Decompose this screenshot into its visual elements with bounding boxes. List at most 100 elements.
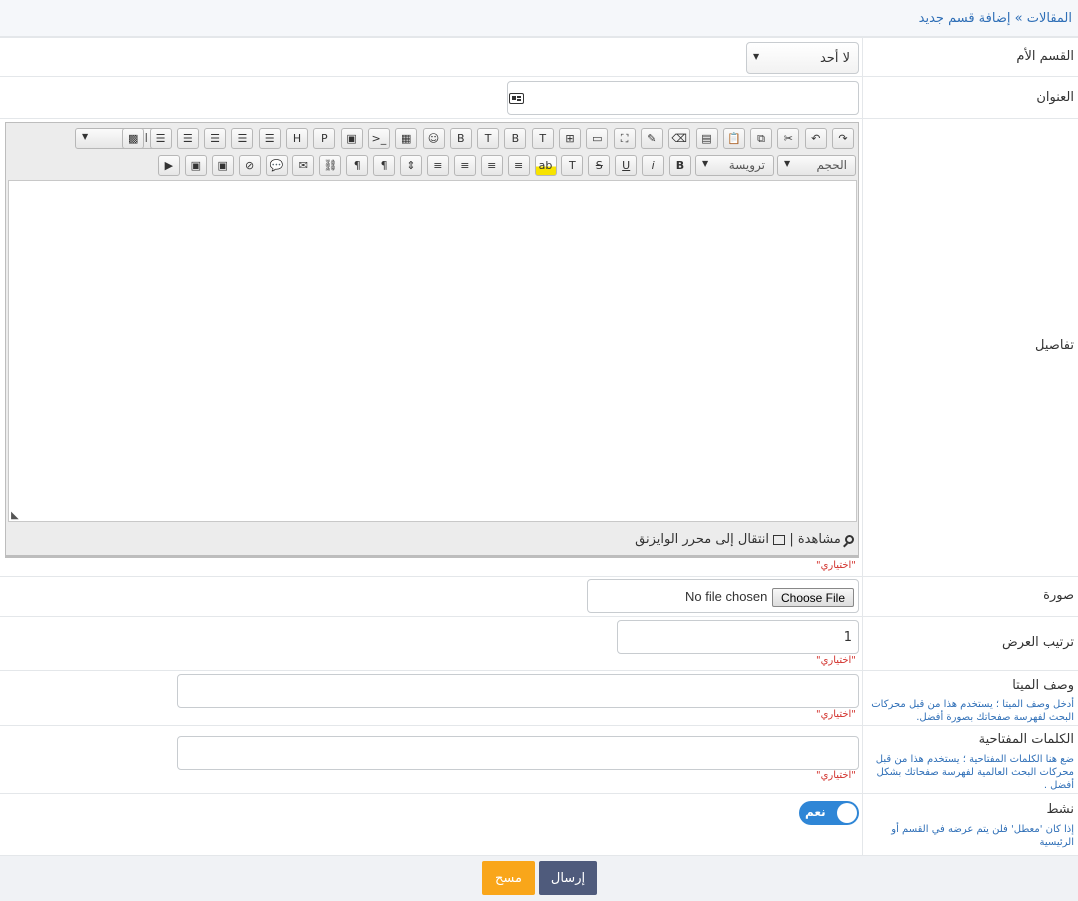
html-icon[interactable]: H [286, 128, 308, 149]
chevron-down-icon: ▼ [753, 52, 760, 61]
row-parent-category: القسم الأم لا أحد ▼ [0, 37, 1078, 76]
outdent-list-icon[interactable]: ☰ [149, 128, 172, 149]
file-status: No file chosen [685, 589, 768, 604]
keywords-input[interactable] [177, 736, 859, 770]
order-input[interactable]: 1 [617, 620, 859, 654]
editor-text-area[interactable]: ◢ [8, 180, 857, 522]
bbcode-down-icon[interactable]: B [449, 128, 472, 149]
fullscreen-icon[interactable]: ⛶ [613, 128, 636, 149]
keywords-label: الكلمات المفتاحية [978, 732, 1074, 747]
copy-icon[interactable]: ⧉ [750, 128, 773, 149]
keywords-optional-note: "اختياري" [816, 770, 856, 781]
resize-handle-icon[interactable]: ◢ [11, 510, 19, 521]
undo-icon[interactable]: ↶ [804, 128, 827, 149]
comment-icon[interactable]: 💬 [265, 155, 288, 176]
breadcrumb-bar: المقالات » إضافة قسم جديد [0, 0, 1078, 37]
submit-button[interactable]: إرسال [539, 861, 597, 895]
redo-icon[interactable]: ↷ [832, 128, 854, 149]
line-height-icon[interactable]: ⇕ [400, 155, 422, 176]
chevron-down-icon: ▼ [702, 159, 709, 168]
parent-category-label: القسم الأم [1016, 49, 1074, 64]
choose-file-button[interactable]: Choose File [772, 588, 854, 607]
image-map-icon[interactable]: ▣ [211, 155, 234, 176]
indent-list-icon[interactable]: ☰ [176, 128, 199, 149]
label-cell: الكلمات المفتاحية ضع هنا الكلمات المفتاح… [862, 726, 1078, 793]
text-color-icon[interactable]: T [561, 155, 584, 176]
active-label: نشط [1046, 802, 1074, 817]
highlight-icon[interactable]: ab [534, 155, 557, 176]
id-card-icon [509, 93, 524, 104]
link-icon[interactable]: ⛓ [319, 155, 342, 176]
breadcrumb-separator: » [1014, 11, 1023, 26]
paste-text-icon[interactable]: ▤ [695, 128, 718, 149]
clear-button[interactable]: مسح [482, 861, 535, 895]
label-cell: تفاصيل [862, 119, 1078, 576]
editor-status-bar: مشاهدة | انتقال إلى محرر الوايزنق [635, 532, 854, 548]
insert-bbcode-icon[interactable]: B [504, 128, 527, 149]
insert-image-icon[interactable]: ⊞ [559, 128, 581, 149]
title-input[interactable] [507, 81, 859, 115]
template-icon[interactable]: ▦ [395, 128, 418, 149]
status-separator: | [789, 532, 794, 547]
media-icon[interactable]: ▶ [157, 155, 180, 176]
size-select[interactable]: الحجم ▼ [777, 155, 856, 176]
eraser-icon[interactable]: ⌫ [668, 128, 691, 149]
rich-text-editor: الخط ▼ الحجم ▼ ترويسة ▼ ◢ مشاهدة | انتقا… [5, 122, 859, 558]
paste-icon[interactable]: 📋 [722, 128, 745, 149]
toggle-knob [837, 803, 857, 823]
email-icon[interactable]: ✉ [292, 155, 315, 176]
size-select-value: الحجم [816, 158, 847, 172]
window-icon[interactable]: ▣ [340, 128, 363, 149]
meta-description-label: وصف الميتا [1012, 678, 1074, 693]
align-left-icon[interactable]: ≡ [453, 155, 476, 176]
parent-category-value: لا أحد [819, 51, 850, 66]
ltr-icon[interactable]: ¶ [346, 155, 369, 176]
insert-text-icon[interactable]: T [531, 128, 554, 149]
form-footer: إرسال مسح [0, 855, 1078, 901]
image-file-input[interactable]: No file chosen Choose File [587, 579, 859, 613]
rtl-icon[interactable]: ¶ [373, 155, 396, 176]
parent-category-select[interactable]: لا أحد ▼ [746, 42, 859, 74]
format-select-value: ترويسة [728, 158, 765, 172]
row-image: صورة No file chosen Choose File [0, 576, 1078, 616]
format-select[interactable]: ترويسة ▼ [695, 155, 774, 176]
php-icon[interactable]: P [313, 128, 336, 149]
strikethrough-icon[interactable]: S [588, 155, 611, 176]
cut-icon[interactable]: ✂ [777, 128, 800, 149]
unlink-icon[interactable]: ⊘ [238, 155, 261, 176]
preview-link[interactable]: مشاهدة [798, 532, 841, 547]
wysiwyg-toggle-link[interactable]: انتقال إلى محرر الوايزنق [635, 532, 769, 547]
order-value: 1 [843, 630, 852, 645]
qr-code-icon[interactable]: ▩ [122, 128, 145, 149]
font-select[interactable]: الخط ▼ [75, 128, 157, 149]
italic-icon[interactable]: i [642, 155, 665, 176]
breadcrumb: المقالات » إضافة قسم جديد [919, 11, 1072, 26]
search-icon [843, 535, 854, 548]
label-cell: صورة [862, 577, 1078, 616]
image-icon[interactable]: ▭ [586, 128, 609, 149]
details-optional-note: "اختياري" [816, 560, 856, 571]
smiley-icon[interactable]: ☺ [422, 128, 445, 149]
text-down-icon[interactable]: T [477, 128, 500, 149]
underline-icon[interactable]: U [615, 155, 638, 176]
breadcrumb-parent-link[interactable]: المقالات [1027, 11, 1072, 26]
image-label: صورة [1043, 588, 1074, 603]
details-label: تفاصيل [1035, 338, 1074, 353]
active-toggle[interactable]: نعم [799, 801, 859, 825]
justify-icon[interactable]: ≡ [426, 155, 449, 176]
title-label: العنوان [1036, 90, 1074, 105]
label-cell: وصف الميتا أدخل وصف الميتا ؛ يستخدم هذا … [862, 671, 1078, 725]
align-right-icon[interactable]: ≡ [507, 155, 530, 176]
meta-description-input[interactable] [177, 674, 859, 708]
code-icon[interactable]: >_ [367, 128, 390, 149]
align-center-icon[interactable]: ≡ [480, 155, 503, 176]
list-icon[interactable]: ☰ [204, 128, 227, 149]
bulleted-list-icon[interactable]: ☰ [231, 128, 254, 149]
paste-word-icon[interactable]: ✎ [640, 128, 663, 149]
bold-icon[interactable]: B [669, 155, 691, 176]
gallery-icon[interactable]: ▣ [184, 155, 207, 176]
row-title: العنوان [0, 76, 1078, 118]
row-keywords: الكلمات المفتاحية ضع هنا الكلمات المفتاح… [0, 725, 1078, 793]
order-optional-note: "اختياري" [816, 655, 856, 666]
ordered-list-icon[interactable]: ☰ [258, 128, 281, 149]
